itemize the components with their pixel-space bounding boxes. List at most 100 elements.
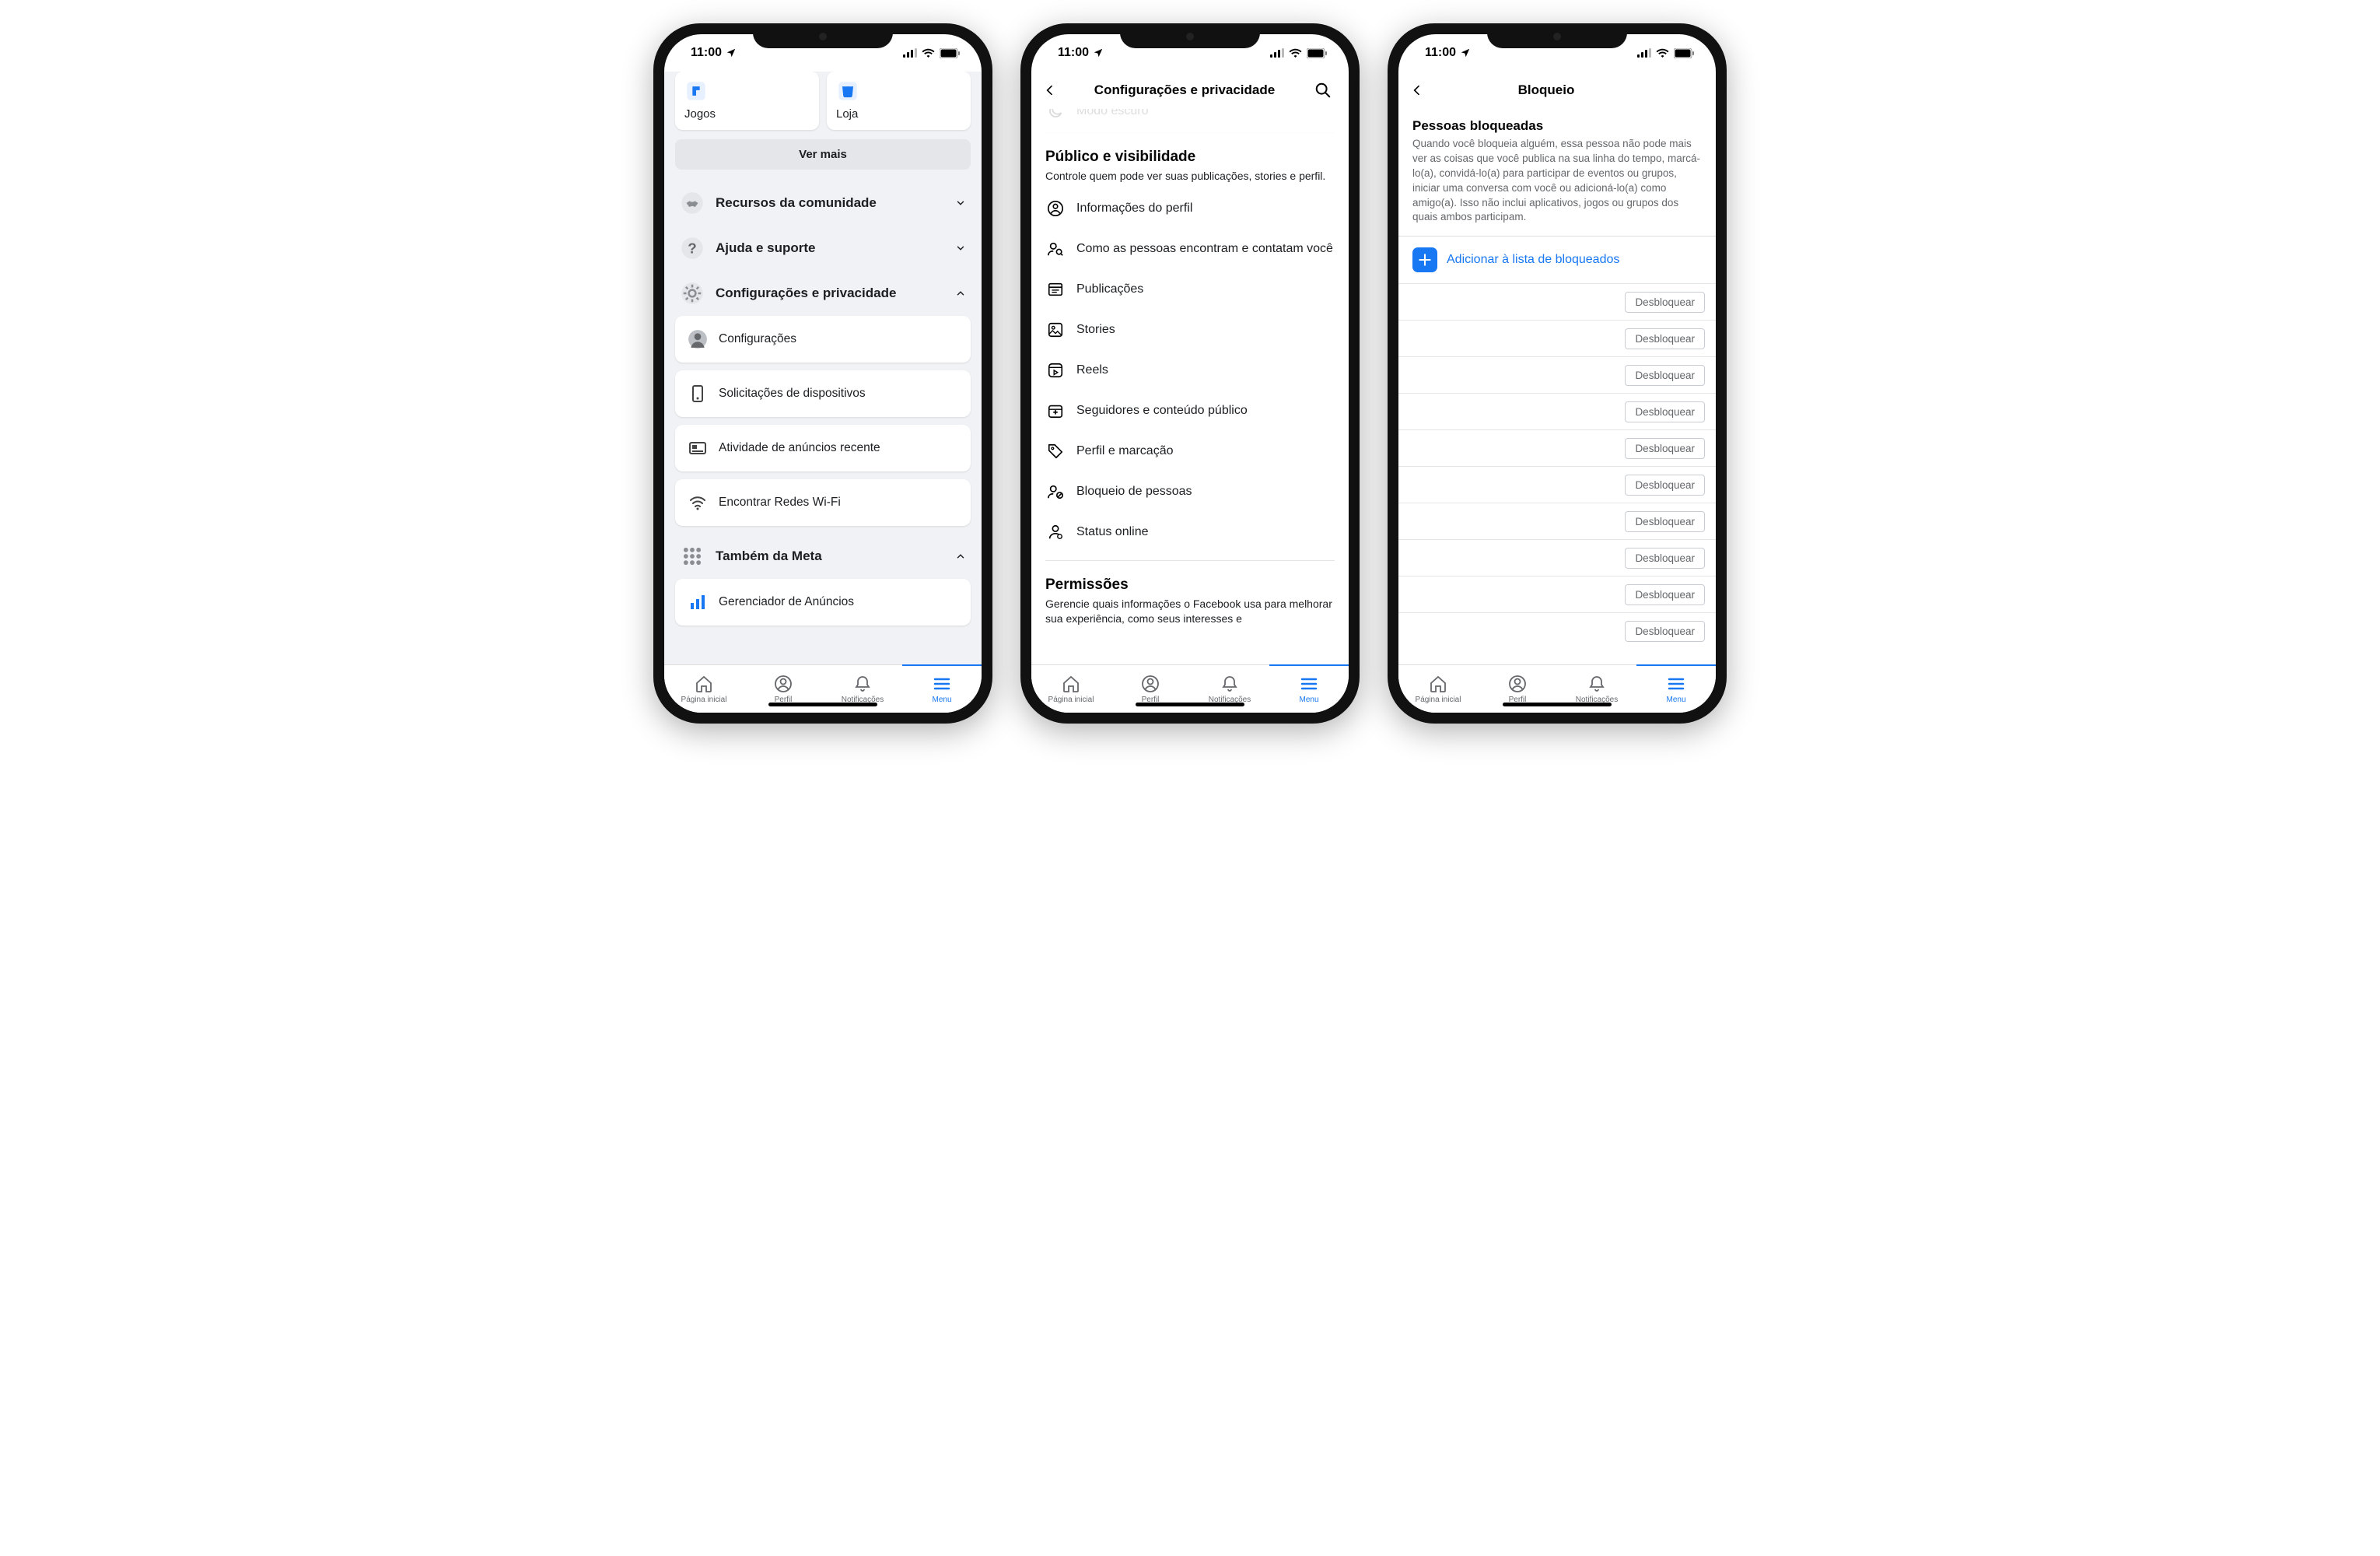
unblock-button[interactable]: Desbloquear <box>1625 292 1705 313</box>
phone-mockup-3: 11:00 Bloqueio Pessoas bloqueadas Quando… <box>1388 23 1727 724</box>
unblock-button[interactable]: Desbloquear <box>1625 621 1705 642</box>
help-icon: ? <box>680 236 705 261</box>
add-label: Adicionar à lista de bloqueados <box>1447 253 1619 267</box>
unblock-button[interactable]: Desbloquear <box>1625 511 1705 532</box>
section-title-audience: Público e visibilidade <box>1045 149 1335 166</box>
how-people-find-row[interactable]: Como as pessoas encontram e contatam voc… <box>1045 229 1335 269</box>
battery-icon <box>940 48 960 58</box>
blocked-person-row: Desbloquear <box>1398 320 1716 356</box>
unblock-button[interactable]: Desbloquear <box>1625 401 1705 422</box>
svg-text:?: ? <box>688 240 696 256</box>
shortcut-label: Jogos <box>684 107 810 121</box>
blocked-person-row: Desbloquear <box>1398 612 1716 649</box>
wifi-icon <box>1289 48 1302 58</box>
tab-label: Página inicial <box>681 696 727 704</box>
newspaper-icon <box>1045 279 1066 300</box>
battery-icon <box>1674 48 1694 58</box>
section-description: Quando você bloqueia alguém, essa pessoa… <box>1398 134 1716 236</box>
setting-label: Stories <box>1076 323 1335 337</box>
blocked-person-row: Desbloquear <box>1398 356 1716 393</box>
accordion-settings-privacy[interactable]: Configurações e privacidade <box>664 271 982 316</box>
accordion-help-support[interactable]: ? Ajuda e suporte <box>664 226 982 271</box>
tab-menu[interactable]: Menu <box>902 665 982 713</box>
blocked-person-row: Desbloquear <box>1398 429 1716 466</box>
blocking-people-row[interactable]: Bloqueio de pessoas <box>1045 471 1335 512</box>
blocked-person-row: Desbloquear <box>1398 283 1716 320</box>
tab-label: Página inicial <box>1048 696 1094 704</box>
cellular-signal-icon <box>903 48 917 58</box>
see-more-button[interactable]: Ver mais <box>675 139 971 170</box>
location-arrow-icon <box>726 47 737 58</box>
store-icon <box>836 79 859 103</box>
settings-row[interactable]: Configurações <box>675 316 971 363</box>
location-arrow-icon <box>1093 47 1104 58</box>
block-people-icon <box>1045 482 1066 502</box>
stories-row[interactable]: Stories <box>1045 310 1335 350</box>
chevron-down-icon <box>955 198 966 209</box>
tab-label: Menu <box>1299 696 1318 704</box>
tab-home[interactable]: Página inicial <box>664 665 744 713</box>
recent-ad-activity-row[interactable]: Atividade de anúncios recente <box>675 425 971 471</box>
wifi-menu-icon <box>686 491 709 514</box>
unblock-button[interactable]: Desbloquear <box>1625 328 1705 349</box>
section-desc: Controle quem pode ver suas publicações,… <box>1045 169 1335 184</box>
unblock-button[interactable]: Desbloquear <box>1625 438 1705 459</box>
nav-bar: Bloqueio <box>1398 72 1716 109</box>
reels-row[interactable]: Reels <box>1045 350 1335 391</box>
bell-icon <box>1220 674 1239 694</box>
chevron-up-icon <box>955 551 966 562</box>
home-indicator <box>1503 703 1612 706</box>
profile-icon <box>774 674 793 694</box>
online-status-row[interactable]: Status online <box>1045 512 1335 552</box>
posts-row[interactable]: Publicações <box>1045 269 1335 310</box>
accordion-community-resources[interactable]: Recursos da comunidade <box>664 180 982 226</box>
home-indicator <box>768 703 877 706</box>
profile-icon <box>1141 674 1160 694</box>
page-title: Bloqueio <box>1417 82 1675 98</box>
tab-label: Página inicial <box>1416 696 1461 704</box>
accordion-label: Também da Meta <box>716 548 944 564</box>
profile-info-row[interactable]: Informações do perfil <box>1045 188 1335 229</box>
phone-mockup-1: 11:00 Jogos <box>653 23 992 724</box>
profile-icon <box>1508 674 1527 694</box>
tab-home[interactable]: Página inicial <box>1031 665 1111 713</box>
blocked-person-row: Desbloquear <box>1398 466 1716 503</box>
setting-label: Reels <box>1076 363 1335 377</box>
find-wifi-row[interactable]: Encontrar Redes Wi-Fi <box>675 479 971 526</box>
setting-label: Informações do perfil <box>1076 202 1335 216</box>
handshake-icon <box>680 191 705 216</box>
shortcut-games[interactable]: Jogos <box>675 72 819 130</box>
accordion-label: Ajuda e suporte <box>716 240 944 256</box>
location-arrow-icon <box>1460 47 1471 58</box>
accordion-also-from-meta[interactable]: Também da Meta <box>664 534 982 579</box>
unblock-button[interactable]: Desbloquear <box>1625 584 1705 605</box>
image-icon <box>1045 320 1066 340</box>
tab-menu[interactable]: Menu <box>1636 665 1716 713</box>
device-requests-row[interactable]: Solicitações de dispositivos <box>675 370 971 417</box>
apps-grid-icon <box>680 544 705 569</box>
tab-label: Menu <box>932 696 951 704</box>
search-button[interactable] <box>1314 82 1336 99</box>
sub-label: Atividade de anúncios recente <box>719 441 880 455</box>
followers-row[interactable]: Seguidores e conteúdo público <box>1045 391 1335 431</box>
dark-mode-row[interactable]: Modo escuro <box>1045 109 1335 133</box>
section-title: Pessoas bloqueadas <box>1398 109 1716 134</box>
unblock-button[interactable]: Desbloquear <box>1625 365 1705 386</box>
setting-label: Modo escuro <box>1076 109 1149 118</box>
avatar-settings-icon <box>686 328 709 351</box>
add-to-blocked-list-row[interactable]: Adicionar à lista de bloqueados <box>1398 237 1716 283</box>
setting-label: Perfil e marcação <box>1076 444 1335 458</box>
setting-label: Status online <box>1076 525 1335 539</box>
shortcut-store[interactable]: Loja <box>827 72 971 130</box>
tab-menu[interactable]: Menu <box>1269 665 1349 713</box>
unblock-button[interactable]: Desbloquear <box>1625 475 1705 496</box>
cellular-signal-icon <box>1270 48 1284 58</box>
tab-home[interactable]: Página inicial <box>1398 665 1478 713</box>
profile-tagging-row[interactable]: Perfil e marcação <box>1045 431 1335 471</box>
home-icon <box>1429 674 1447 694</box>
tag-icon <box>1045 441 1066 461</box>
wifi-icon <box>1656 48 1669 58</box>
ads-manager-row[interactable]: Gerenciador de Anúncios <box>675 579 971 626</box>
unblock-button[interactable]: Desbloquear <box>1625 548 1705 569</box>
chevron-down-icon <box>955 243 966 254</box>
